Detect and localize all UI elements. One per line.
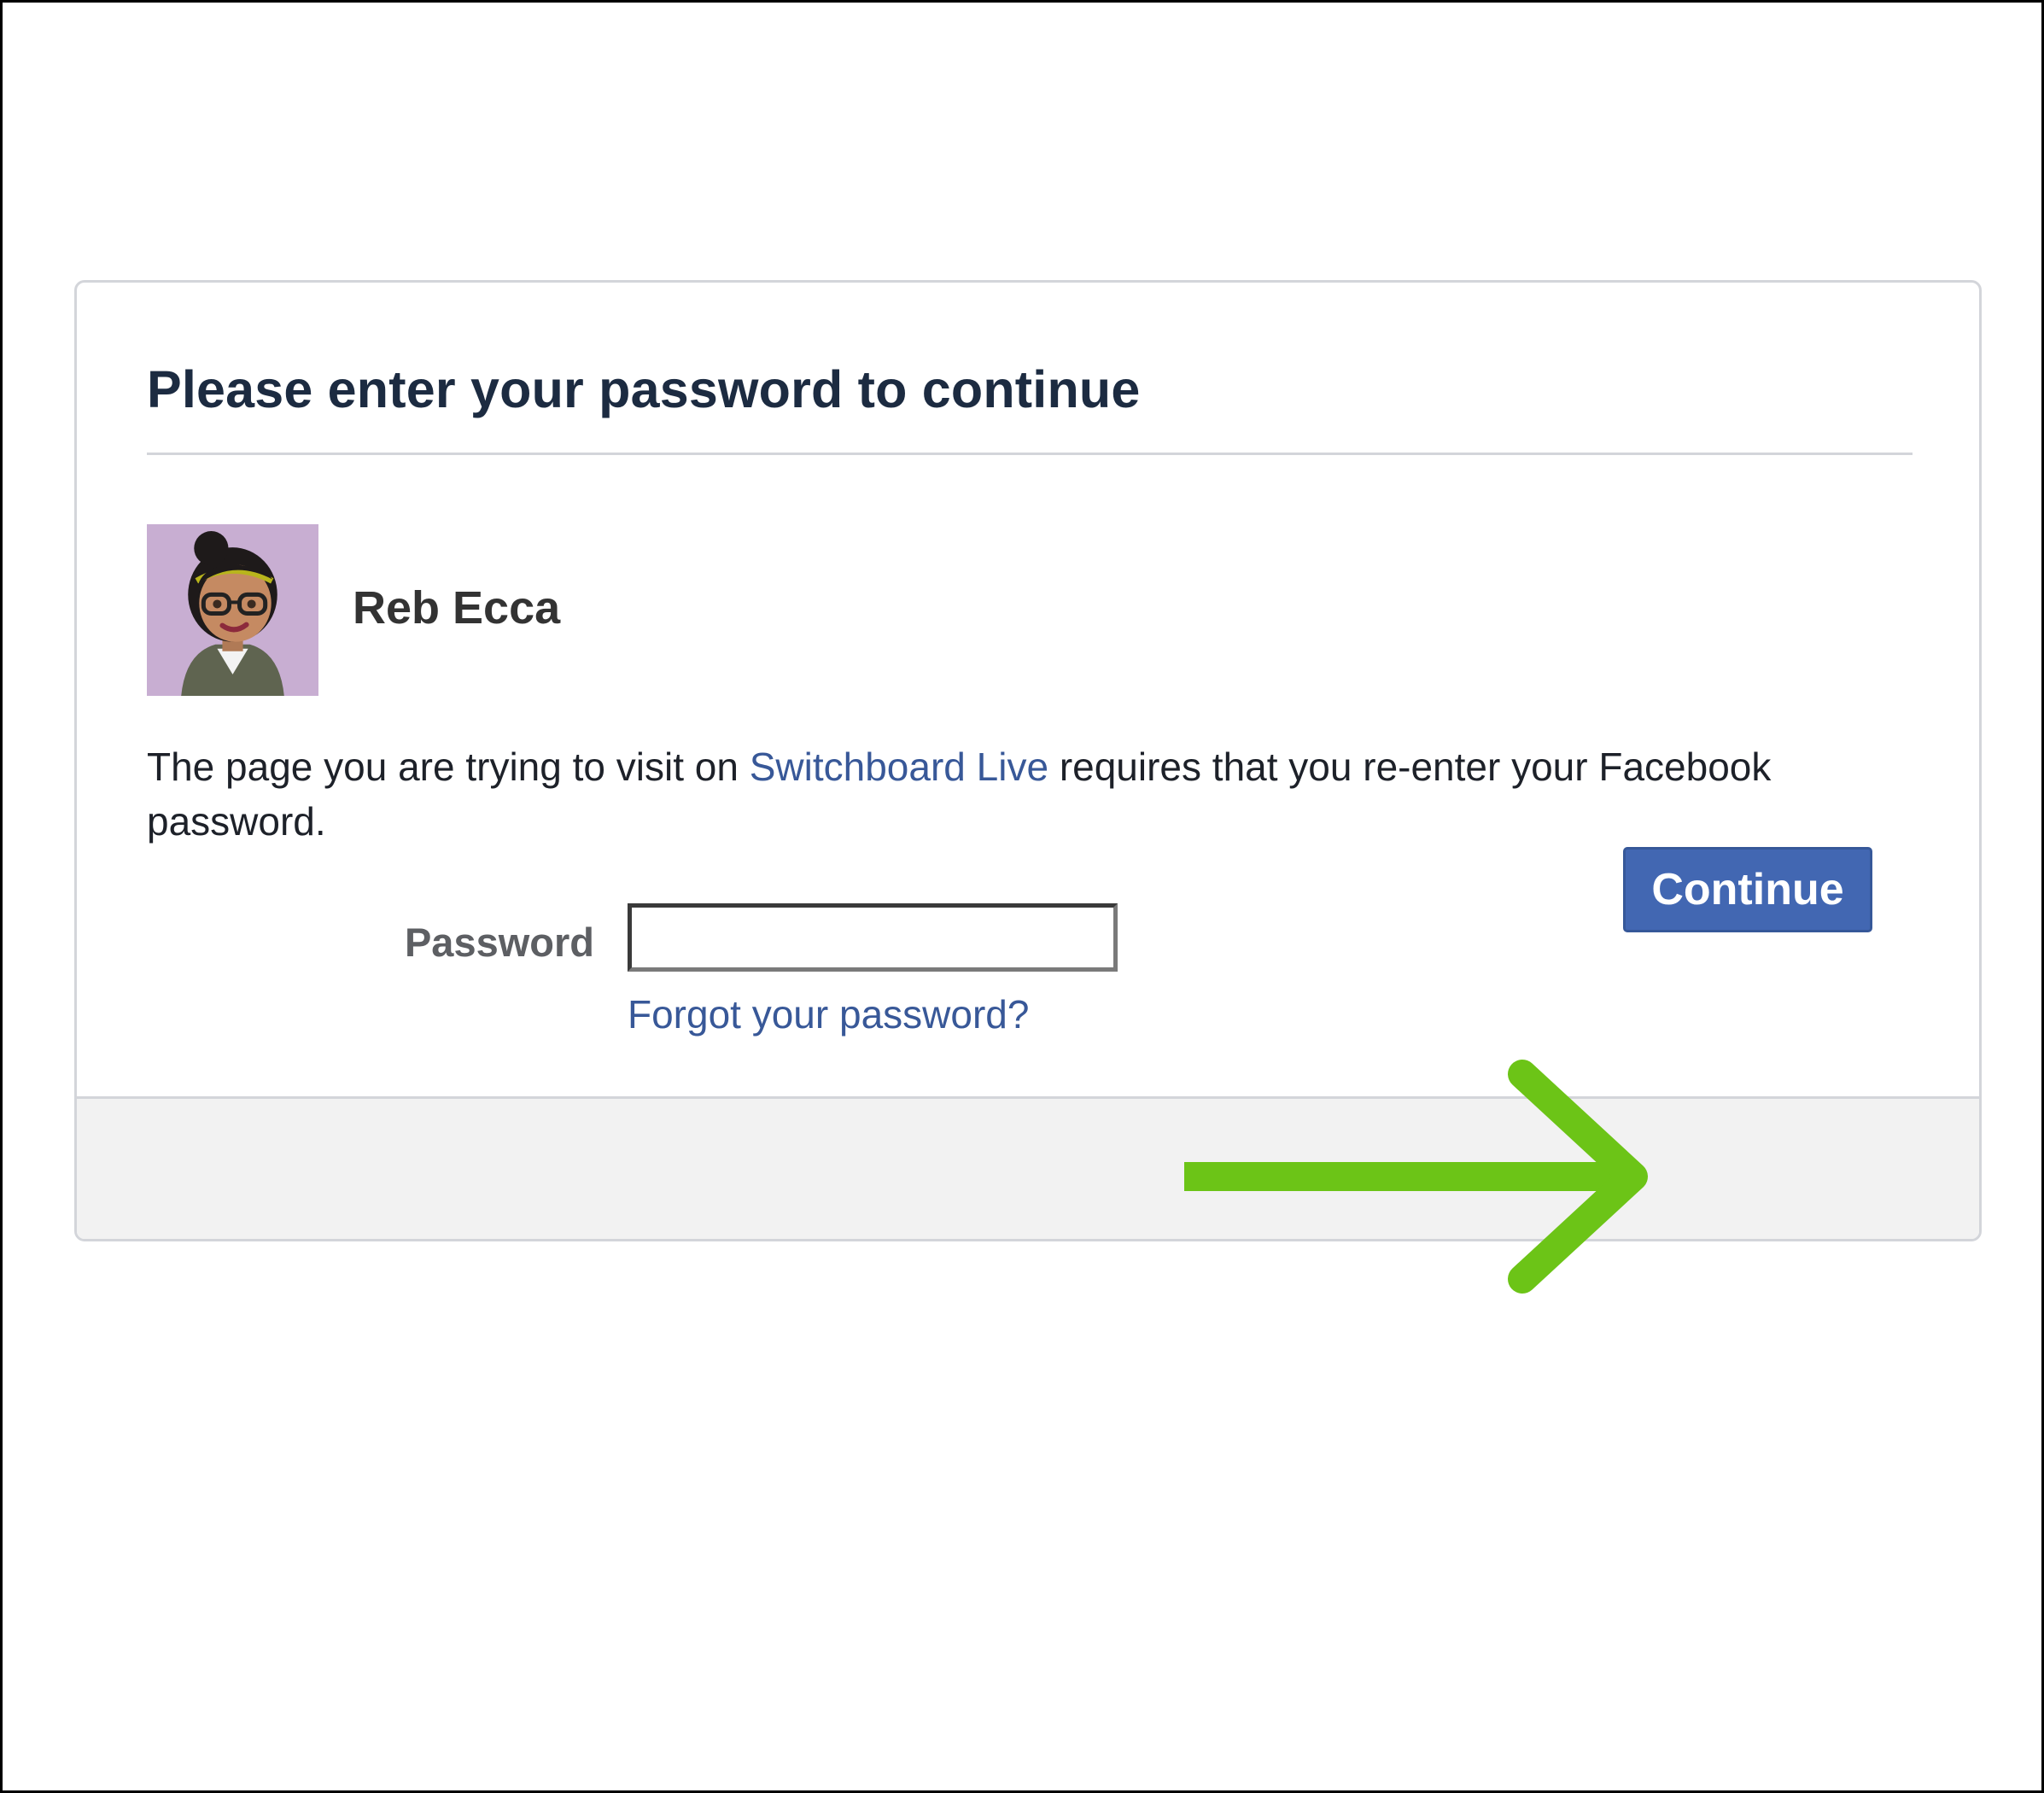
- title-divider: [147, 453, 1913, 455]
- password-input[interactable]: [628, 903, 1118, 972]
- reauth-message: The page you are trying to visit on Swit…: [147, 739, 1913, 849]
- forgot-password-link[interactable]: Forgot your password?: [628, 991, 1029, 1037]
- password-label: Password: [404, 920, 594, 965]
- continue-button[interactable]: Continue: [1623, 847, 1872, 932]
- bitmoji-avatar-icon: [147, 524, 318, 696]
- message-prefix: The page you are trying to visit on: [147, 745, 750, 789]
- app-link[interactable]: Switchboard Live: [750, 745, 1048, 789]
- reauth-dialog: Please enter your password to continue R…: [74, 280, 1982, 1241]
- dialog-footer: [77, 1096, 1979, 1239]
- green-arrow-right-icon: [1184, 1060, 1648, 1294]
- dialog-title: Please enter your password to continue: [147, 360, 1141, 418]
- user-name: Reb Ecca: [353, 582, 561, 634]
- screenshot-frame: Please enter your password to continue R…: [0, 0, 2044, 1793]
